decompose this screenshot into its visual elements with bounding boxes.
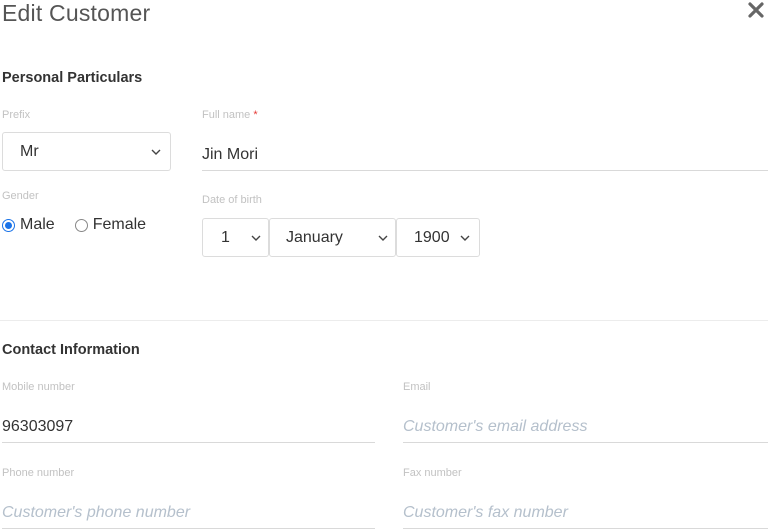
mobile-number-label: Mobile number (2, 381, 75, 393)
close-icon (748, 2, 764, 18)
mobile-number-input[interactable] (2, 411, 375, 443)
dob-day-value: 1 (221, 228, 230, 246)
prefix-value: Mr (20, 142, 39, 160)
chevron-down-icon (377, 232, 389, 244)
email-input[interactable] (403, 411, 768, 443)
chevron-down-icon (250, 232, 262, 244)
full-name-label: Full name * (202, 109, 258, 121)
phone-number-label: Phone number (2, 467, 75, 479)
full-name-input[interactable] (202, 140, 768, 171)
dob-day-select[interactable]: 1 (202, 218, 269, 257)
section-divider (0, 320, 768, 321)
dob-year-select[interactable]: 1900 (396, 218, 480, 257)
radio-unchecked-icon (74, 218, 88, 232)
prefix-select[interactable]: Mr (2, 132, 171, 171)
email-label: Email (403, 381, 431, 393)
full-name-label-text: Full name (202, 109, 251, 121)
dob-year-value: 1900 (414, 228, 450, 246)
fax-number-label: Fax number (403, 467, 462, 479)
prefix-label: Prefix (2, 109, 31, 121)
gender-label: Gender (2, 190, 39, 202)
personal-particulars-heading: Personal Particulars (2, 70, 143, 86)
dob-label: Date of birth (202, 194, 262, 206)
phone-number-input[interactable] (2, 497, 375, 529)
gender-radio-group: Male Female (2, 216, 146, 234)
radio-checked-icon (2, 218, 15, 232)
chevron-down-icon (459, 232, 471, 244)
gender-female-label: Female (92, 216, 147, 233)
dob-month-select[interactable]: January (269, 218, 396, 257)
dob-month-value: January (286, 228, 343, 246)
gender-female-radio[interactable]: Female (74, 216, 147, 234)
required-mark: * (253, 109, 258, 121)
contact-information-heading: Contact Information (2, 342, 140, 358)
gender-male-label: Male (20, 216, 55, 233)
dialog-title: Edit Customer (2, 0, 151, 26)
fax-number-input[interactable] (403, 497, 768, 529)
gender-male-radio[interactable]: Male (2, 216, 55, 234)
chevron-down-icon (150, 146, 162, 158)
close-button[interactable] (746, 0, 768, 26)
